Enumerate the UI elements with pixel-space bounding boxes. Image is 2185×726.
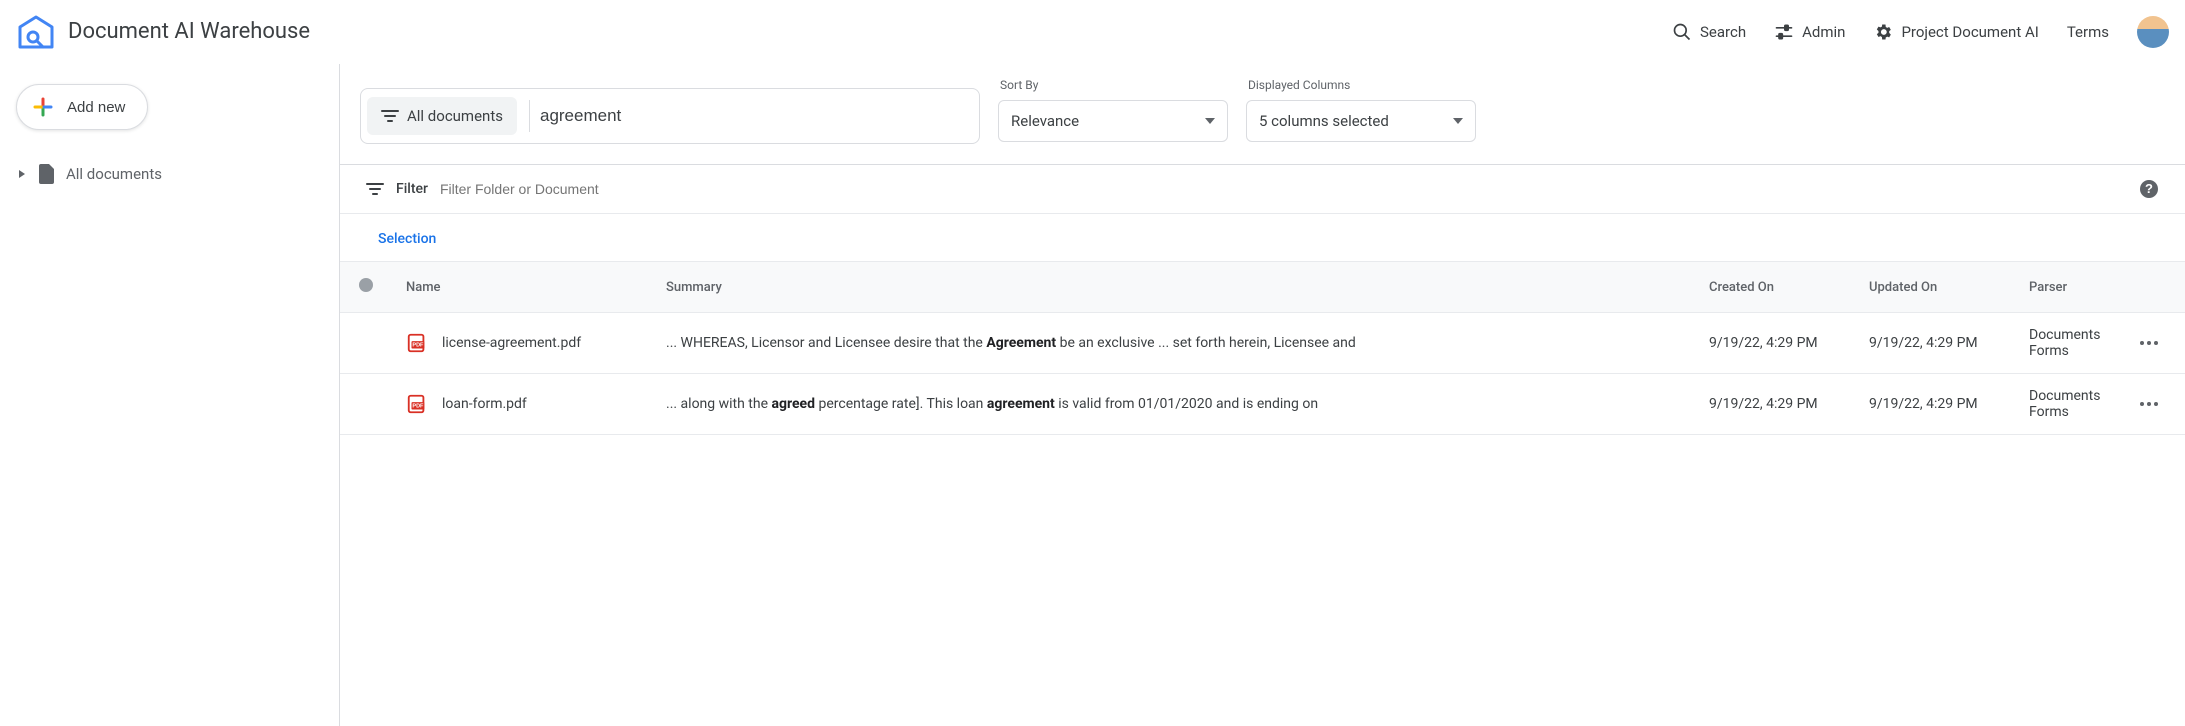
- chevron-right-icon: [16, 169, 28, 179]
- displayed-columns-value: 5 columns selected: [1259, 112, 1389, 130]
- row-summary: ... along with the agreed percentage rat…: [652, 374, 1695, 435]
- column-header-summary[interactable]: Summary: [652, 262, 1695, 313]
- row-updated: 9/19/22, 4:29 PM: [1855, 374, 2015, 435]
- user-avatar[interactable]: [2137, 16, 2169, 48]
- pdf-icon: PDF: [406, 332, 428, 354]
- sort-by-value: Relevance: [1011, 112, 1079, 130]
- row-select[interactable]: [340, 374, 392, 435]
- sort-by-label: Sort By: [1000, 78, 1038, 92]
- nav-search[interactable]: Search: [1672, 22, 1746, 42]
- filter-row: Filter ?: [340, 165, 2185, 214]
- sidebar: Add new All documents: [0, 64, 340, 726]
- tab-selection[interactable]: Selection: [366, 231, 436, 247]
- displayed-columns-label: Displayed Columns: [1248, 78, 1350, 92]
- row-updated: 9/19/22, 4:29 PM: [1855, 313, 2015, 374]
- pdf-icon: PDF: [406, 393, 428, 415]
- nav-search-label: Search: [1700, 23, 1746, 41]
- table-row[interactable]: PDF loan-form.pdf ... along with the agree…: [340, 374, 2185, 435]
- svg-text:?: ?: [2145, 181, 2153, 196]
- tabs-row: Selection: [340, 214, 2185, 262]
- help-icon[interactable]: ?: [2139, 179, 2159, 199]
- svg-text:PDF: PDF: [412, 343, 424, 349]
- row-parser: Documents Forms: [2015, 374, 2125, 435]
- row-parser: Documents Forms: [2015, 313, 2125, 374]
- gear-icon: [1873, 22, 1893, 42]
- nav-admin[interactable]: Admin: [1774, 22, 1845, 42]
- add-new-label: Add new: [67, 99, 125, 116]
- column-header-name[interactable]: Name: [392, 262, 652, 313]
- results-table: Name Summary Created On Updated On Parse…: [340, 262, 2185, 435]
- nav-admin-label: Admin: [1802, 23, 1845, 41]
- nav-terms-label: Terms: [2067, 23, 2109, 41]
- chevron-down-icon: [1453, 118, 1463, 124]
- column-header-updated[interactable]: Updated On: [1855, 262, 2015, 313]
- main-content: All documents Sort By Relevance Displaye…: [340, 64, 2185, 726]
- sidebar-item-all-documents[interactable]: All documents: [12, 158, 327, 190]
- column-header-parser[interactable]: Parser: [2015, 262, 2125, 313]
- filter-label: Filter: [396, 181, 428, 197]
- search-controls-row: All documents Sort By Relevance Displaye…: [340, 64, 2185, 165]
- header-nav: Search Admin Project Document AI Terms: [1672, 16, 2169, 48]
- nav-project-label: Project Document AI: [1901, 23, 2038, 41]
- search-icon: [1672, 22, 1692, 42]
- table-header-row: Name Summary Created On Updated On Parse…: [340, 262, 2185, 313]
- document-icon: [38, 164, 56, 184]
- warehouse-icon: [16, 15, 56, 49]
- app-title: Document AI Warehouse: [68, 19, 310, 44]
- filter-icon: [366, 182, 384, 196]
- row-created: 9/19/22, 4:29 PM: [1695, 374, 1855, 435]
- app-logo[interactable]: Document AI Warehouse: [16, 15, 310, 49]
- search-scope-label: All documents: [407, 107, 503, 125]
- select-all-icon: [359, 278, 373, 292]
- sidebar-all-documents-label: All documents: [66, 165, 162, 183]
- search-scope-chip[interactable]: All documents: [367, 97, 517, 135]
- nav-project[interactable]: Project Document AI: [1873, 22, 2038, 42]
- sort-by-dropdown[interactable]: Sort By Relevance: [998, 96, 1228, 142]
- row-more-button[interactable]: [2125, 313, 2185, 374]
- table-row[interactable]: PDF license-agreement.pdf ... WHEREAS, Lic…: [340, 313, 2185, 374]
- column-select[interactable]: [340, 262, 392, 313]
- search-box: All documents: [360, 88, 980, 144]
- row-created: 9/19/22, 4:29 PM: [1695, 313, 1855, 374]
- add-new-button[interactable]: Add new: [16, 84, 148, 130]
- row-more-button[interactable]: [2125, 374, 2185, 435]
- plus-icon: [31, 95, 55, 119]
- filter-input[interactable]: [440, 181, 2127, 197]
- row-summary: ... WHEREAS, Licensor and Licensee desir…: [652, 313, 1695, 374]
- column-header-actions: [2125, 262, 2185, 313]
- displayed-columns-dropdown[interactable]: Displayed Columns 5 columns selected: [1246, 96, 1476, 142]
- column-header-created[interactable]: Created On: [1695, 262, 1855, 313]
- nav-terms[interactable]: Terms: [2067, 23, 2109, 41]
- header-bar: Document AI Warehouse Search Admin Proje…: [0, 0, 2185, 64]
- filter-list-icon: [381, 109, 399, 123]
- file-name: license-agreement.pdf: [442, 335, 581, 351]
- row-select[interactable]: [340, 313, 392, 374]
- tune-icon: [1774, 22, 1794, 42]
- file-name: loan-form.pdf: [442, 396, 527, 412]
- divider: [529, 100, 530, 132]
- search-input[interactable]: [536, 106, 979, 126]
- svg-text:PDF: PDF: [412, 404, 424, 410]
- chevron-down-icon: [1205, 118, 1215, 124]
